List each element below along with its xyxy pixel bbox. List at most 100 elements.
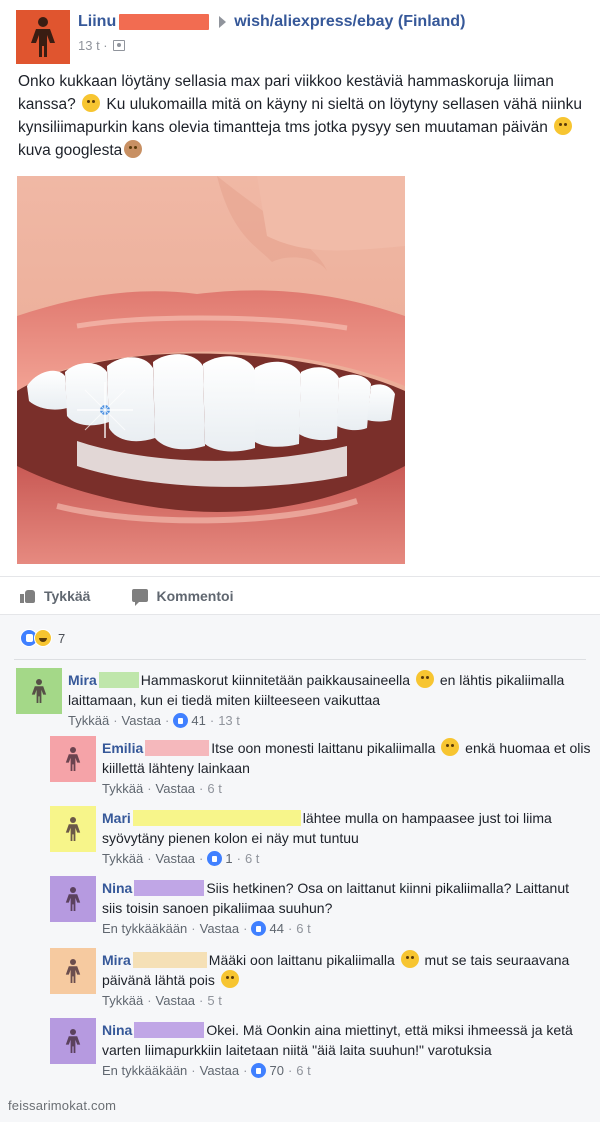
comment-body: Hammaskorut kiinnitetään paikkausaineell…: [140, 672, 414, 688]
separator-dot: ·: [209, 713, 215, 728]
commenter-name[interactable]: Nina: [102, 880, 132, 896]
comment-timestamp[interactable]: 6 t: [296, 1063, 310, 1078]
like-count-value: 70: [269, 1063, 284, 1078]
comment-avatar[interactable]: [50, 806, 96, 852]
smiley-emoji-icon: [220, 970, 239, 988]
comment-like-count[interactable]: 70: [251, 1063, 284, 1078]
redacted-surname: [119, 14, 210, 30]
comment-actions: Tykkää · Vastaa · 1 · 6 t: [102, 851, 592, 866]
person-silhouette-icon: [65, 817, 81, 841]
separator-dot: ·: [287, 921, 293, 936]
reaction-summary[interactable]: 7: [20, 629, 65, 647]
separator-dot: ·: [191, 1063, 196, 1078]
divider: [14, 659, 586, 660]
separator-dot: ·: [199, 993, 204, 1008]
haha-reaction-icon: [34, 629, 52, 647]
redacted-surname: [98, 672, 139, 688]
comment-reply-link[interactable]: Vastaa: [156, 781, 196, 796]
post-header: Liinu wish/aliexpress/ebay (Finland): [78, 13, 465, 31]
commenter-name[interactable]: Mira: [68, 672, 97, 688]
commenter-name[interactable]: Nina: [102, 1022, 132, 1038]
comment-text: Mira Määki oon laittanu pikaliimalla mut …: [102, 950, 592, 990]
comment-body: Itse oon monesti laittanu pikaliimalla: [211, 740, 440, 756]
commenter-name[interactable]: Mira: [102, 952, 131, 968]
commenter-name[interactable]: Emilia: [102, 740, 143, 756]
comment-body: Määki oon laittanu pikaliimalla: [208, 952, 399, 968]
like-reaction-icon: [173, 713, 189, 728]
like-reaction-icon: [251, 921, 267, 936]
comment-reply-link[interactable]: Vastaa: [156, 993, 196, 1008]
comment-actions: Tykkää · Vastaa · 6 t: [102, 781, 592, 796]
post-timestamp[interactable]: 13 t ·: [78, 38, 108, 53]
person-silhouette-icon: [31, 679, 47, 703]
redacted-surname: [132, 810, 301, 826]
separator-dot: ·: [243, 1063, 248, 1078]
like-button-label: Tykkää: [44, 587, 91, 604]
comment-actions: En tykkääkään · Vastaa · 70 · 6 t: [102, 1063, 592, 1078]
like-count-value: 41: [191, 713, 206, 728]
person-emoji-icon: [124, 140, 143, 158]
comment-avatar[interactable]: [50, 736, 96, 782]
comment-like-count[interactable]: 41: [173, 713, 206, 728]
comment-reply-link[interactable]: Vastaa: [156, 851, 196, 866]
post-text-part-3: kuva googlesta: [18, 142, 123, 159]
comment-like-link[interactable]: En tykkääkään: [102, 1063, 187, 1078]
comment-avatar[interactable]: [50, 876, 96, 922]
like-button[interactable]: Tykkää: [20, 588, 90, 604]
person-silhouette-icon: [65, 747, 81, 771]
comment-like-link[interactable]: Tykkää: [68, 713, 109, 728]
commenter-name[interactable]: Mari: [102, 810, 131, 826]
comment-like-link[interactable]: Tykkää: [102, 781, 143, 796]
watermark: feissarimokat.com: [8, 1098, 117, 1113]
comment-like-count[interactable]: 1: [207, 851, 233, 866]
separator-dot: ·: [199, 781, 204, 796]
smile-photo-illustration: [17, 176, 405, 564]
comment-text: Nina Okei. Mä Oonkin aina miettinyt, että…: [102, 1020, 592, 1060]
thumbs-up-icon: [20, 589, 36, 603]
comment-reply-link[interactable]: Vastaa: [122, 713, 162, 728]
separator-dot: ·: [236, 851, 241, 866]
post-photo-smile-teeth[interactable]: [17, 176, 405, 564]
person-silhouette-icon: [65, 959, 81, 983]
comment-avatar[interactable]: [50, 948, 96, 994]
comment-timestamp[interactable]: 6 t: [245, 851, 259, 866]
redacted-surname: [145, 740, 210, 756]
redacted-surname: [132, 952, 207, 968]
post-text-part-2: Ku ulukomailla mitä on käyny ni sieltä o…: [18, 96, 582, 136]
separator-dot: ·: [147, 851, 152, 866]
post-text: Onko kukkaan löytäny sellasia max pari v…: [18, 70, 588, 162]
comment-actions: Tykkää · Vastaa · 5 t: [102, 993, 592, 1008]
post-author-name[interactable]: Liinu: [78, 13, 116, 31]
comment-timestamp[interactable]: 6 t: [296, 921, 310, 936]
comment-timestamp[interactable]: 5 t: [207, 993, 221, 1008]
comment-reply-link[interactable]: Vastaa: [200, 1063, 240, 1078]
redacted-surname: [134, 1022, 205, 1038]
comment-avatar[interactable]: [50, 1018, 96, 1064]
smiley-emoji-icon: [415, 670, 434, 688]
comment-like-link[interactable]: Tykkää: [102, 993, 143, 1008]
comment-text: Emilia Itse oon monesti laittanu pikaliim…: [102, 738, 592, 778]
smiley-emoji-icon: [441, 738, 460, 756]
post-author-avatar[interactable]: [16, 10, 70, 64]
comment-button[interactable]: Kommentoi: [132, 588, 233, 606]
audience-icon: [112, 40, 125, 51]
comment-text: Mari lähtee mulla on hampaasee just toi l…: [102, 808, 592, 848]
comment-timestamp[interactable]: 6 t: [207, 781, 221, 796]
smiley-emoji-icon: [554, 117, 573, 135]
group-name-link[interactable]: wish/aliexpress/ebay (Finland): [234, 13, 465, 31]
comment-like-count[interactable]: 44: [251, 921, 284, 936]
comment-avatar[interactable]: [16, 668, 62, 714]
comment-like-link[interactable]: Tykkää: [102, 851, 143, 866]
comment-timestamp[interactable]: 13 t: [218, 713, 240, 728]
reaction-count: 7: [58, 630, 66, 646]
post-meta: 13 t ·: [78, 38, 125, 53]
separator-dot: ·: [147, 993, 152, 1008]
smiley-emoji-icon: [82, 94, 101, 112]
comment-like-link[interactable]: En tykkääkään: [102, 921, 187, 936]
smiley-emoji-icon: [400, 950, 419, 968]
comment-reply-link[interactable]: Vastaa: [200, 921, 240, 936]
comment-text: Nina Siis hetkinen? Osa on laittanut kiin…: [102, 878, 592, 918]
comment-actions: En tykkääkään · Vastaa · 44 · 6 t: [102, 921, 592, 936]
sparkle-gem: [77, 382, 133, 438]
redacted-surname: [134, 880, 205, 896]
